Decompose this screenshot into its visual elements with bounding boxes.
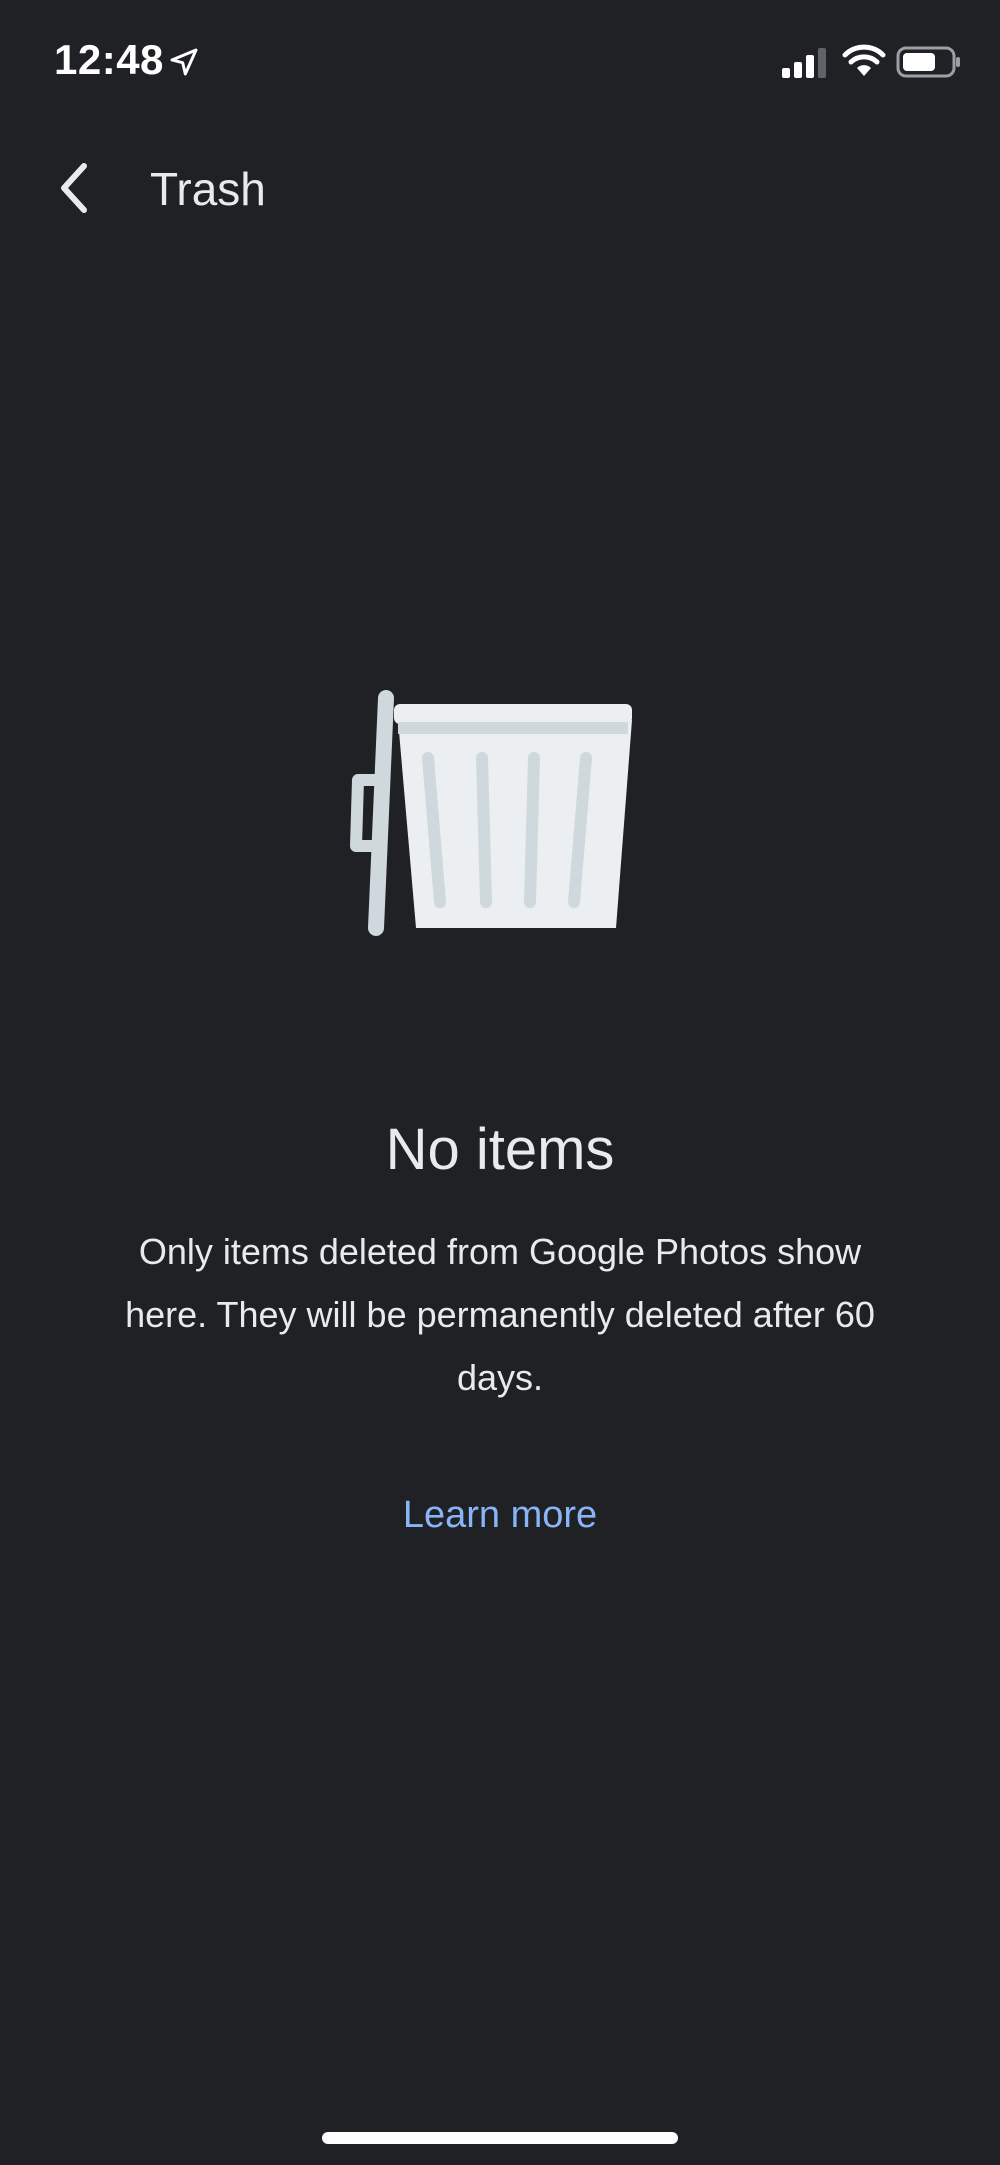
battery-icon [896,46,962,78]
empty-state-description: Only items deleted from Google Photos sh… [125,1231,875,1398]
empty-state-title: No items [385,1117,615,1182]
chevron-left-icon [54,160,94,221]
cellular-signal-icon [782,46,832,78]
location-arrow-icon [168,46,200,78]
back-button[interactable] [44,160,104,220]
wifi-icon [842,44,886,78]
trash-bin-icon [330,680,660,940]
home-indicator[interactable] [322,2132,678,2144]
page-title: Trash [150,163,266,215]
learn-more-link[interactable]: Learn more [0,1494,1000,1537]
app-bar: Trash [0,150,1000,230]
status-bar: 12:48 [0,0,1000,120]
status-time: 12:48 [54,36,164,83]
